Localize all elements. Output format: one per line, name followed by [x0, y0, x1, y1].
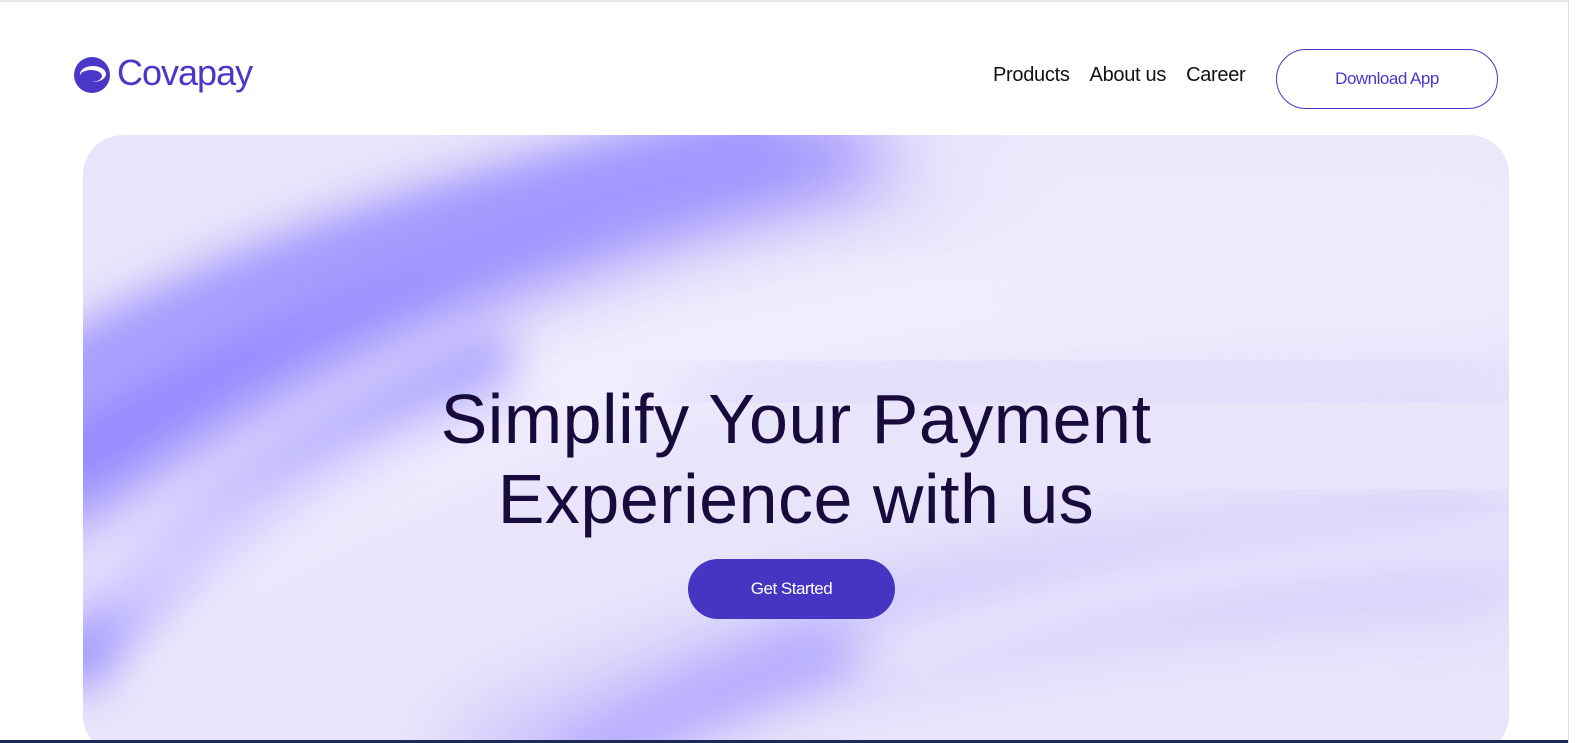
hero-section: Simplify Your Payment Experience with us…	[83, 135, 1509, 743]
hero-title: Simplify Your Payment Experience with us	[83, 379, 1509, 539]
site-header: Covapay Products About us Career Downloa…	[0, 0, 1568, 130]
hero-content: Simplify Your Payment Experience with us…	[83, 135, 1509, 743]
main-nav: Products About us Career	[993, 64, 1246, 87]
nav-item-products[interactable]: Products	[993, 64, 1070, 87]
brand-name: Covapay	[117, 52, 253, 93]
hero-title-line-2: Experience with us	[497, 460, 1095, 538]
nav-item-about-us[interactable]: About us	[1090, 64, 1167, 87]
download-app-button[interactable]: Download App	[1276, 49, 1498, 109]
hero-title-line-1: Simplify Your Payment	[440, 380, 1152, 458]
covapay-logo-icon	[74, 57, 110, 93]
scrollbar-track[interactable]	[1568, 0, 1585, 743]
get-started-button[interactable]: Get Started	[688, 559, 895, 619]
nav-item-career[interactable]: Career	[1186, 64, 1246, 87]
page: Covapay Products About us Career Downloa…	[0, 0, 1585, 743]
brand-logo-link[interactable]: Covapay	[73, 52, 253, 94]
